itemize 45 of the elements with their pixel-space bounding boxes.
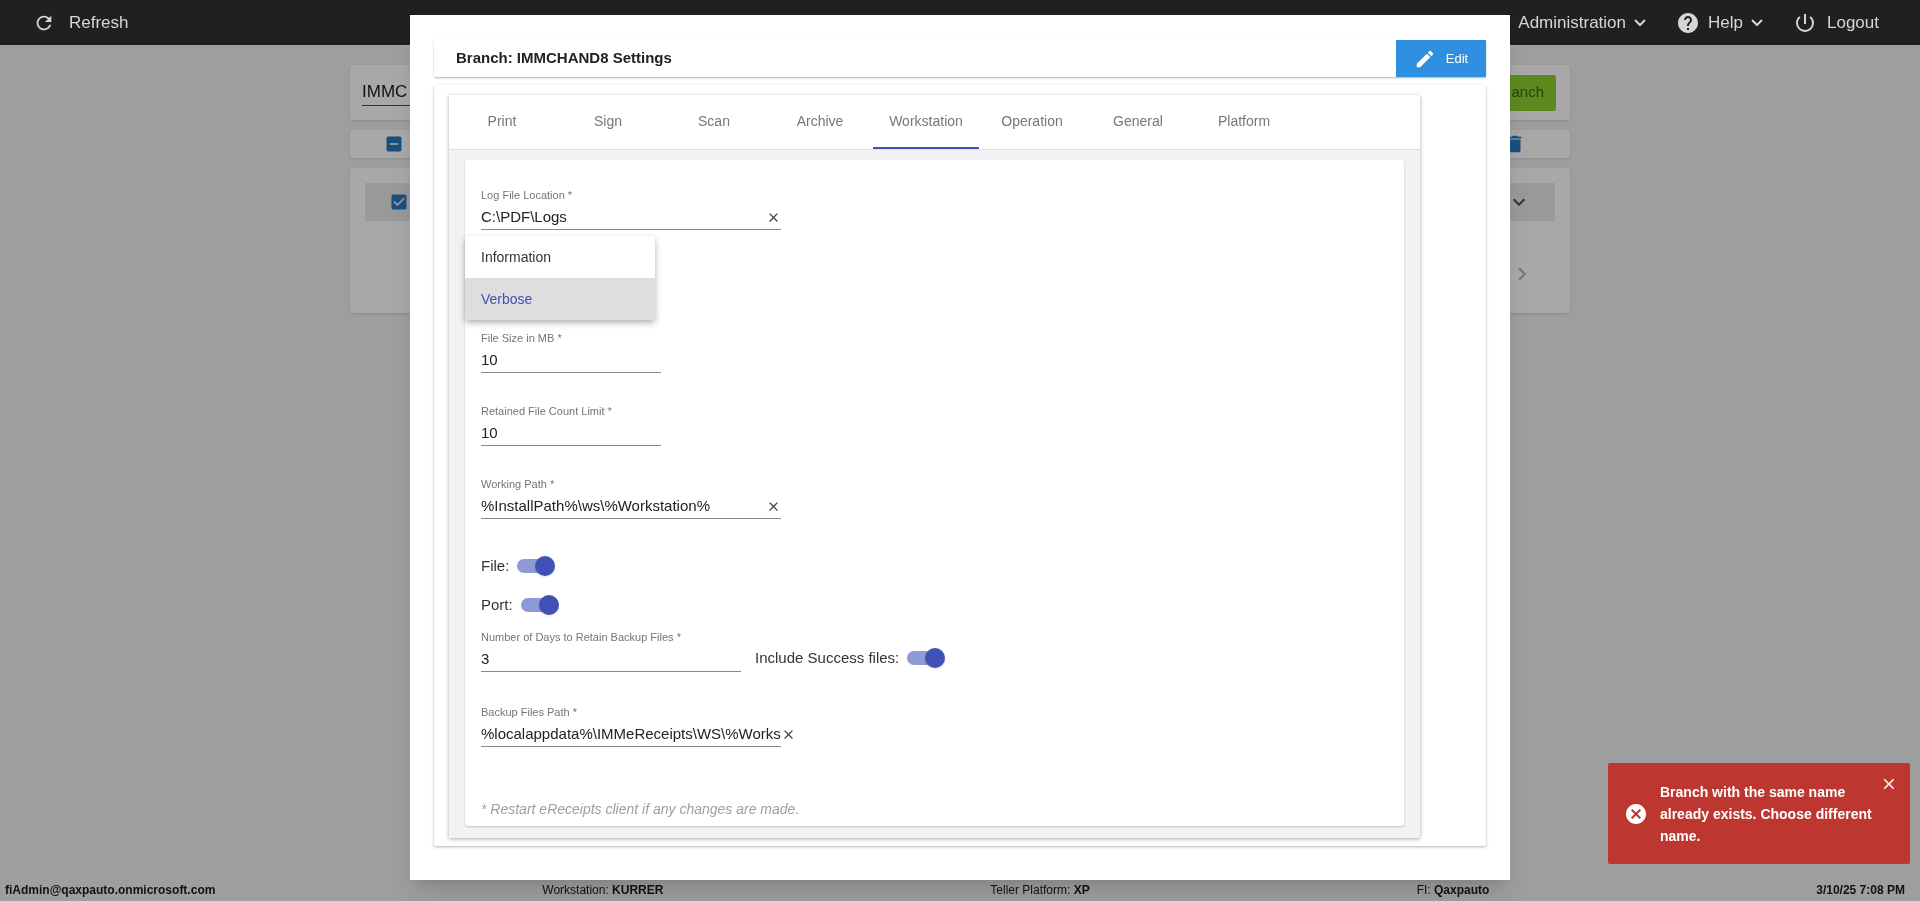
caret-icon [1634,18,1647,27]
text-field[interactable]: C:\PDF\Logs [481,206,781,230]
toggle-switch[interactable] [515,554,556,578]
menu-button[interactable]: Help [1676,9,1763,36]
tab[interactable]: General [1085,95,1191,149]
field-label: Log File Location * [481,188,574,202]
dialog-title: Branch: IMMCHAND8 Settings [455,48,673,69]
menu-button[interactable]: Administration [1518,9,1647,36]
toast-message: Branch with the same name already exists. Choose different name. [1660,782,1873,846]
restart-note: * Restart eReceipts client if any changes are made. [481,800,801,819]
refresh-button[interactable]: Refresh [33,9,129,36]
error-icon [1624,801,1648,826]
toggle-label: Port: [481,594,513,615]
tab[interactable]: Print [449,95,555,149]
checkbox-icon[interactable] [384,134,404,154]
status-text: fiAdmin@qaxpauto.onmicrosoft.com [5,881,216,899]
field-label: Retained File Count Limit * [481,404,613,418]
menu-option[interactable]: Verbose [465,278,655,320]
caret-icon [1751,18,1763,27]
tab[interactable]: Sign [555,95,661,149]
checkbox-icon[interactable] [389,192,409,212]
field-label: Working Path * [481,477,556,491]
tab[interactable]: Platform [1191,95,1297,149]
text-field[interactable]: 3 [481,648,741,672]
toggle-switch[interactable] [905,646,946,670]
status-text: Workstation: KURRER [542,881,664,899]
tab[interactable]: Operation [979,95,1085,149]
status-text: FI: Qaxpauto [1416,881,1490,899]
text-field[interactable]: 10 [481,422,661,446]
toggle-label: Include Success files: [755,647,900,668]
logout-button[interactable]: Logout [1793,9,1879,36]
toggle-label: File: [481,555,510,576]
text-field[interactable]: %localappdata%\IMMeReceipts\WS\%Works [481,723,781,747]
text-field[interactable]: 10 [481,349,661,373]
tab[interactable]: Archive [767,95,873,149]
status-text: Teller Platform: XP [990,881,1090,899]
field-label: Backup Files Path * [481,705,578,719]
text-field[interactable]: %InstallPath%\ws\%Workstation% [481,495,781,519]
field-label: File Size in MB * [481,331,563,345]
tab[interactable]: Scan [661,95,767,149]
status-text: 3/10/25 7:08 PM [1816,881,1905,899]
help-icon [1676,10,1701,35]
field-label: Number of Days to Retain Backup Files * [481,630,682,644]
tab[interactable]: Workstation [873,95,979,149]
menu-option[interactable]: Information [465,236,655,278]
